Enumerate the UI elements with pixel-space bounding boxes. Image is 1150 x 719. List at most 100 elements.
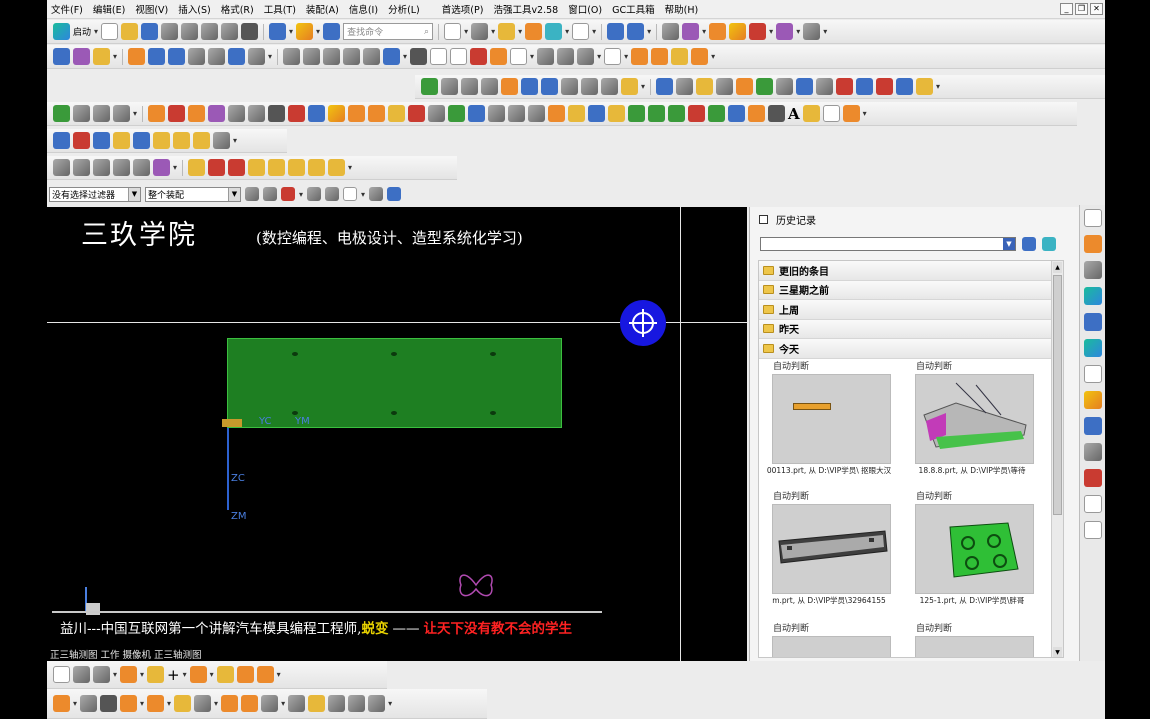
mirror-icon[interactable]: [537, 48, 555, 65]
surface-icon[interactable]: [208, 105, 226, 122]
offset-face-icon[interactable]: [383, 48, 401, 65]
view-list-icon[interactable]: [73, 666, 90, 683]
open-folder-icon[interactable]: [121, 23, 139, 40]
point-cloud-icon[interactable]: [268, 105, 286, 122]
constraint-navigator-icon[interactable]: [481, 78, 498, 95]
history-filter-dropdown[interactable]: ▼: [760, 237, 1016, 251]
rotate-icon[interactable]: [93, 159, 110, 176]
layers-icon[interactable]: [93, 132, 110, 149]
gate-icon[interactable]: [876, 78, 894, 95]
hole-icon[interactable]: [168, 48, 186, 65]
history-thumbnail[interactable]: [772, 636, 891, 657]
minimize-button[interactable]: _: [1060, 3, 1073, 15]
spline-icon[interactable]: [490, 48, 508, 65]
offset-curve-icon[interactable]: [221, 695, 239, 712]
thread-icon[interactable]: [691, 48, 709, 65]
boss-icon[interactable]: [188, 48, 206, 65]
metric-icon[interactable]: [53, 132, 70, 149]
rectangle-icon[interactable]: [510, 48, 528, 65]
brush-icon[interactable]: [802, 105, 820, 122]
quick-pick-icon[interactable]: [281, 187, 295, 201]
rib-icon[interactable]: [671, 48, 689, 65]
paste-icon[interactable]: [221, 23, 239, 40]
cavity-icon[interactable]: [716, 78, 734, 95]
layer-icon[interactable]: [662, 23, 680, 40]
key-icon[interactable]: [768, 105, 786, 122]
wcs-icon[interactable]: [627, 23, 645, 40]
ruler-icon[interactable]: [803, 23, 821, 40]
start-label[interactable]: 启动: [73, 25, 91, 38]
search-icon[interactable]: ⌕: [424, 27, 429, 37]
datum-icon[interactable]: [120, 695, 138, 712]
background-color-icon[interactable]: [572, 23, 590, 40]
orient-icon[interactable]: [153, 159, 170, 176]
pin-checkbox[interactable]: [759, 215, 768, 224]
lifter-icon[interactable]: [816, 78, 834, 95]
print-icon[interactable]: [161, 23, 179, 40]
undo-icon[interactable]: [269, 23, 287, 40]
snap-endpoint-icon[interactable]: [307, 187, 322, 201]
command-search-input[interactable]: 查找命令 ⌕: [343, 23, 434, 40]
view-select-icon[interactable]: [53, 666, 70, 683]
analysis-icon[interactable]: [729, 23, 747, 40]
verify-icon[interactable]: [568, 105, 586, 122]
sweep-icon[interactable]: [189, 666, 207, 683]
bar-icon[interactable]: [628, 105, 646, 122]
sphere-icon[interactable]: [348, 105, 366, 122]
block-feature-icon[interactable]: [236, 666, 254, 683]
project-curve-icon[interactable]: [241, 695, 259, 712]
hook-icon[interactable]: [328, 695, 346, 712]
command-finder-icon[interactable]: [323, 23, 341, 40]
slider-icon[interactable]: [796, 78, 814, 95]
parts-list-icon[interactable]: [581, 78, 598, 95]
display-mode-icon[interactable]: [296, 23, 314, 40]
history-scrollbar[interactable]: ▲ ▼: [1051, 261, 1063, 657]
transform-icon[interactable]: [368, 695, 386, 712]
curvature-icon[interactable]: [749, 23, 767, 40]
zoom-icon[interactable]: [73, 159, 90, 176]
menu-analysis[interactable]: 分析(L): [383, 2, 425, 16]
solid-icon[interactable]: [728, 105, 746, 122]
chevron-down-icon[interactable]: ▼: [1003, 238, 1015, 250]
selection-filter-dropdown[interactable]: 没有选择过滤器 ▼: [49, 186, 141, 202]
target-icon[interactable]: [288, 105, 306, 122]
color-map-icon[interactable]: [328, 105, 346, 122]
fit-icon[interactable]: [53, 159, 70, 176]
draft-icon[interactable]: [651, 48, 669, 65]
move-layer-icon[interactable]: [682, 23, 700, 40]
parting-icon[interactable]: [756, 78, 774, 95]
pocket-icon[interactable]: [208, 48, 226, 65]
solid-body-icon[interactable]: [288, 695, 306, 712]
right-view-icon[interactable]: [268, 159, 286, 176]
kc-icon[interactable]: [408, 105, 426, 122]
slash-icon[interactable]: [688, 105, 706, 122]
history-thumbnail[interactable]: [915, 636, 1034, 657]
plane-icon[interactable]: [100, 695, 118, 712]
isometric-view-icon[interactable]: [308, 159, 326, 176]
arc-icon[interactable]: [193, 132, 210, 149]
stretch-icon[interactable]: [348, 695, 366, 712]
list-icon[interactable]: [73, 105, 90, 122]
trim-icon[interactable]: [194, 695, 212, 712]
hatch-icon[interactable]: [450, 48, 468, 65]
close-panel-icon[interactable]: [1083, 495, 1102, 513]
menu-tools[interactable]: 工具(T): [259, 2, 301, 16]
deselect-icon[interactable]: [263, 187, 277, 201]
scope-dropdown[interactable]: 整个装配 ▼: [145, 186, 241, 202]
curve-icon[interactable]: [53, 695, 70, 712]
manufacturing-wizard-icon[interactable]: [1083, 443, 1102, 461]
reuse-library-tab-icon[interactable]: [1083, 339, 1102, 357]
trimetric-view-icon[interactable]: [328, 159, 346, 176]
property-icon[interactable]: [656, 78, 674, 95]
view-manage-icon[interactable]: [93, 666, 110, 683]
pocket-feature-icon[interactable]: [256, 666, 274, 683]
history-item[interactable]: 自动判断 125-1.prt, 从 D:\VIP学员\胖哥: [902, 489, 1042, 605]
table-icon[interactable]: [93, 105, 110, 122]
revolve-icon[interactable]: [148, 48, 166, 65]
snap-midpoint-icon[interactable]: [325, 187, 340, 201]
pan-icon[interactable]: [113, 159, 130, 176]
tool-path-icon[interactable]: [528, 105, 546, 122]
dialog-icon[interactable]: [521, 78, 538, 95]
assembly-navigator-tab-icon[interactable]: [1083, 235, 1102, 253]
folder-icon[interactable]: [113, 132, 130, 149]
